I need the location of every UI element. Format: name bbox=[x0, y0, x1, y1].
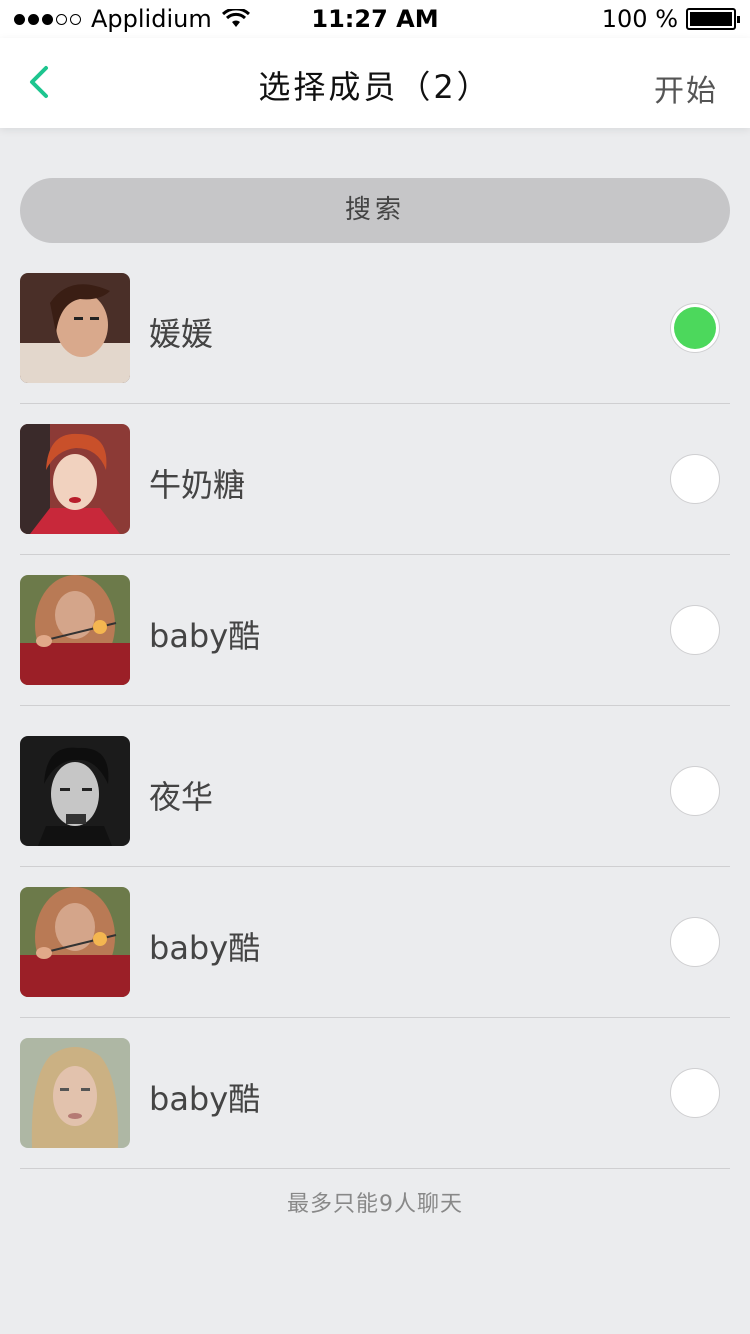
member-row[interactable]: 媛媛 bbox=[20, 273, 730, 404]
member-row[interactable]: 夜华 bbox=[20, 706, 730, 867]
member-row[interactable]: 牛奶糖 bbox=[20, 404, 730, 555]
member-name: baby酷 bbox=[149, 617, 261, 655]
avatar bbox=[20, 273, 130, 383]
select-radio[interactable] bbox=[670, 1068, 720, 1118]
avatar bbox=[20, 887, 130, 997]
member-name: 牛奶糖 bbox=[149, 466, 246, 504]
avatar bbox=[20, 575, 130, 685]
select-radio[interactable] bbox=[670, 917, 720, 967]
member-list: 媛媛 牛奶糖 baby酷 夜华 baby酷 baby酷 bbox=[20, 273, 730, 1169]
battery-percent: 100 % bbox=[601, 5, 678, 33]
search-bar[interactable]: 搜索 bbox=[20, 178, 730, 243]
avatar bbox=[20, 424, 130, 534]
start-button[interactable]: 开始 bbox=[654, 66, 718, 110]
status-right: 100 % bbox=[601, 5, 740, 33]
avatar bbox=[20, 1038, 130, 1148]
member-name: 媛媛 bbox=[149, 315, 214, 353]
page-title: 选择成员（2） bbox=[258, 68, 492, 106]
member-name: baby酷 bbox=[149, 929, 261, 967]
member-row[interactable]: baby酷 bbox=[20, 555, 730, 706]
member-name: 夜华 bbox=[149, 778, 214, 816]
select-radio[interactable] bbox=[670, 303, 720, 353]
avatar bbox=[20, 736, 130, 846]
battery-icon bbox=[686, 8, 740, 30]
select-radio[interactable] bbox=[670, 605, 720, 655]
member-name: baby酷 bbox=[149, 1080, 261, 1118]
select-radio[interactable] bbox=[670, 454, 720, 504]
member-row[interactable]: baby酷 bbox=[20, 867, 730, 1018]
member-row[interactable]: baby酷 bbox=[20, 1018, 730, 1169]
max-members-note: 最多只能9人聊天 bbox=[287, 1192, 463, 1217]
select-radio[interactable] bbox=[670, 766, 720, 816]
status-bar: Applidium 11:27 AM 100 % bbox=[0, 0, 750, 38]
nav-bar: 选择成员（2） 开始 bbox=[0, 38, 750, 128]
